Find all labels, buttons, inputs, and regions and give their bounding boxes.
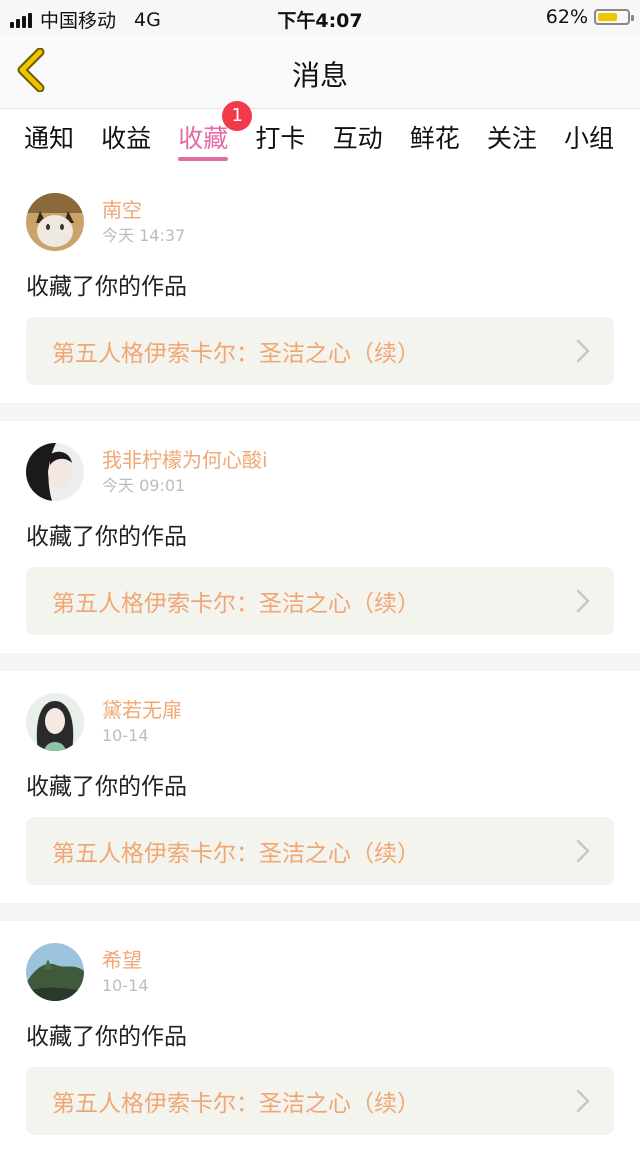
tab-favorites-label: 收藏 (178, 124, 229, 153)
battery-icon (594, 9, 634, 25)
chevron-right-icon (576, 339, 590, 363)
chevron-right-icon (576, 1089, 590, 1113)
tab-flowers[interactable]: 鲜花 (410, 109, 460, 171)
divider (0, 903, 640, 921)
tab-checkin[interactable]: 打卡 (255, 109, 305, 171)
page-title: 消息 (291, 59, 348, 92)
tab-following[interactable]: 关注 (487, 109, 537, 171)
action-text: 收藏了你的作品 (26, 774, 187, 800)
action-text: 收藏了你的作品 (26, 524, 187, 550)
timestamp: 10-14 (102, 976, 149, 995)
work-title: 第五人格伊索卡尔：圣洁之心（续） (52, 1091, 420, 1117)
list-item: 我非柠檬为何心酸i 今天 09:01 收藏了你的作品 第五人格伊索卡尔：圣洁之心… (0, 421, 640, 653)
list-item: 黛若无扉 10-14 收藏了你的作品 第五人格伊索卡尔：圣洁之心（续） (0, 671, 640, 903)
avatar[interactable] (26, 443, 84, 501)
status-bar: 中国移动 4G 下午4:07 62% (0, 0, 640, 34)
work-title: 第五人格伊索卡尔：圣洁之心（续） (52, 841, 420, 867)
timestamp: 今天 09:01 (102, 476, 186, 495)
timestamp: 10-14 (102, 726, 149, 745)
tab-notice[interactable]: 通知 (24, 109, 74, 171)
tab-interaction[interactable]: 互动 (333, 109, 383, 171)
avatar[interactable] (26, 193, 84, 251)
tab-income[interactable]: 收益 (101, 109, 151, 171)
clock: 下午4:07 (277, 10, 363, 32)
tab-favorites[interactable]: 收藏 1 (178, 101, 253, 171)
work-link[interactable]: 第五人格伊索卡尔：圣洁之心（续） (26, 1067, 614, 1135)
timestamp: 今天 14:37 (102, 226, 186, 245)
list-item: 南空 今天 14:37 收藏了你的作品 第五人格伊索卡尔：圣洁之心（续） (0, 171, 640, 403)
battery-percent: 62% (545, 6, 588, 28)
tab-groups[interactable]: 小组 (564, 109, 614, 171)
action-text: 收藏了你的作品 (26, 1024, 187, 1050)
user-name[interactable]: 黛若无扉 (102, 697, 182, 723)
chevron-right-icon (576, 589, 590, 613)
user-name[interactable]: 希望 (102, 947, 149, 973)
action-text: 收藏了你的作品 (26, 274, 187, 300)
list-item: 希望 10-14 收藏了你的作品 第五人格伊索卡尔：圣洁之心（续） (0, 921, 640, 1153)
user-name[interactable]: 我非柠檬为何心酸i (102, 447, 268, 473)
chevron-right-icon (576, 839, 590, 863)
nav-bar: 消息 (0, 34, 640, 109)
work-link[interactable]: 第五人格伊索卡尔：圣洁之心（续） (26, 817, 614, 885)
user-name[interactable]: 南空 (102, 197, 185, 223)
work-title: 第五人格伊索卡尔：圣洁之心（续） (52, 591, 420, 617)
work-title: 第五人格伊索卡尔：圣洁之心（续） (52, 341, 420, 367)
avatar[interactable] (26, 943, 84, 1001)
work-link[interactable]: 第五人格伊索卡尔：圣洁之心（续） (26, 567, 614, 635)
divider (0, 403, 640, 421)
work-link[interactable]: 第五人格伊索卡尔：圣洁之心（续） (26, 317, 614, 385)
avatar[interactable] (26, 693, 84, 751)
unread-badge: 1 (222, 101, 253, 131)
divider (0, 653, 640, 671)
tab-bar: 通知 收益 收藏 1 打卡 互动 鲜花 关注 小组 (0, 101, 640, 171)
